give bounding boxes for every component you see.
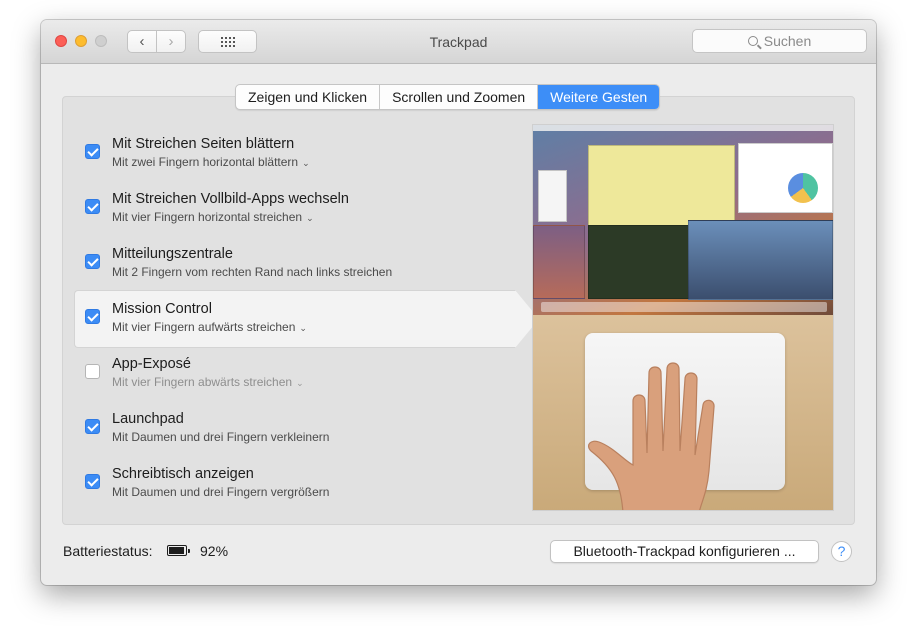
titlebar: ‹ › Trackpad Suchen (41, 20, 876, 64)
gesture-subtitle: Mit Daumen und drei Fingern verkleinern (112, 430, 330, 444)
preview-desk (533, 315, 833, 510)
preview-screen (533, 125, 833, 315)
tab-bar: Zeigen und Klicken Scrollen und Zoomen W… (235, 84, 661, 110)
preferences-window: ‹ › Trackpad Suchen Zeigen und Klicken S… (41, 20, 876, 585)
gesture-title: Schreibtisch anzeigen (112, 466, 254, 482)
chevron-down-icon: ⌄ (299, 323, 307, 333)
battery-fill (169, 547, 184, 554)
preview-window (588, 145, 735, 227)
gesture-item-launchpad[interactable]: Launchpad Mit Daumen und drei Fingern ve… (74, 400, 519, 455)
battery-status-label: Batteriestatus: (63, 543, 153, 559)
gesture-checkbox[interactable] (85, 364, 100, 379)
preview-dock (541, 302, 827, 312)
tab-point-and-click[interactable]: Zeigen und Klicken (236, 85, 381, 109)
tab-more-gestures[interactable]: Weitere Gesten (538, 85, 660, 109)
gesture-item-mission-control[interactable]: Mission Control Mit vier Fingern aufwärt… (74, 290, 539, 348)
gesture-checkbox[interactable] (85, 254, 100, 269)
gesture-item-fullscreen-apps[interactable]: Mit Streichen Vollbild-Apps wechseln Mit… (74, 180, 519, 235)
gesture-subtitle: Mit 2 Fingern vom rechten Rand nach link… (112, 265, 393, 279)
gesture-subtitle: Mit Daumen und drei Fingern vergrößern (112, 485, 330, 499)
preview-window (738, 143, 833, 213)
gesture-checkbox[interactable] (85, 309, 100, 324)
help-icon[interactable]: ? (831, 541, 852, 562)
gesture-title: Mit Streichen Vollbild-Apps wechseln (112, 191, 349, 207)
gesture-item-swipe-pages[interactable]: Mit Streichen Seiten blättern Mit zwei F… (74, 125, 519, 180)
gesture-list: Mit Streichen Seiten blättern Mit zwei F… (74, 125, 539, 510)
chevron-down-icon: ⌄ (302, 158, 310, 168)
gesture-item-app-expose[interactable]: App-Exposé Mit vier Fingern abwärts stre… (74, 345, 519, 400)
preview-window (688, 220, 833, 300)
gesture-checkbox[interactable] (85, 474, 100, 489)
hand-illustration (587, 362, 715, 510)
battery-value: 92% (200, 543, 229, 559)
gesture-title: Mitteilungszentrale (112, 246, 233, 262)
gesture-preview-video (532, 124, 834, 511)
chevron-down-icon: ⌄ (306, 213, 314, 223)
gesture-title: Mission Control (112, 301, 212, 317)
search-field[interactable]: Suchen (692, 29, 867, 53)
chevron-down-icon: ⌄ (296, 378, 304, 388)
preview-window (588, 225, 690, 299)
gesture-checkbox[interactable] (85, 144, 100, 159)
gesture-subtitle-menu[interactable]: Mit vier Fingern horizontal streichen ⌄ (112, 210, 314, 224)
gesture-subtitle-menu[interactable]: Mit vier Fingern aufwärts streichen ⌄ (112, 320, 307, 334)
preview-menubar (533, 125, 833, 131)
gesture-checkbox[interactable] (85, 199, 100, 214)
gesture-title: Mit Streichen Seiten blättern (112, 136, 295, 152)
gesture-title: Launchpad (112, 411, 184, 427)
tab-scroll-and-zoom[interactable]: Scrollen und Zoomen (380, 85, 539, 109)
gesture-item-notification-center[interactable]: Mitteilungszentrale Mit 2 Fingern vom re… (74, 235, 519, 290)
gesture-checkbox[interactable] (85, 419, 100, 434)
gesture-item-show-desktop[interactable]: Schreibtisch anzeigen Mit Daumen und dre… (74, 455, 519, 510)
battery-icon (167, 545, 190, 556)
preview-window (533, 225, 585, 299)
preview-window (538, 170, 567, 222)
search-placeholder: Suchen (763, 33, 812, 49)
gesture-subtitle-menu[interactable]: Mit zwei Fingern horizontal blättern ⌄ (112, 155, 310, 169)
search-icon (747, 36, 758, 46)
preview-pie-graphic (788, 173, 818, 203)
gesture-title: App-Exposé (112, 356, 191, 372)
configure-bluetooth-trackpad-button[interactable]: Bluetooth-Trackpad konfigurieren ... (550, 540, 819, 563)
gesture-subtitle-menu[interactable]: Mit vier Fingern abwärts streichen ⌄ (112, 375, 304, 389)
